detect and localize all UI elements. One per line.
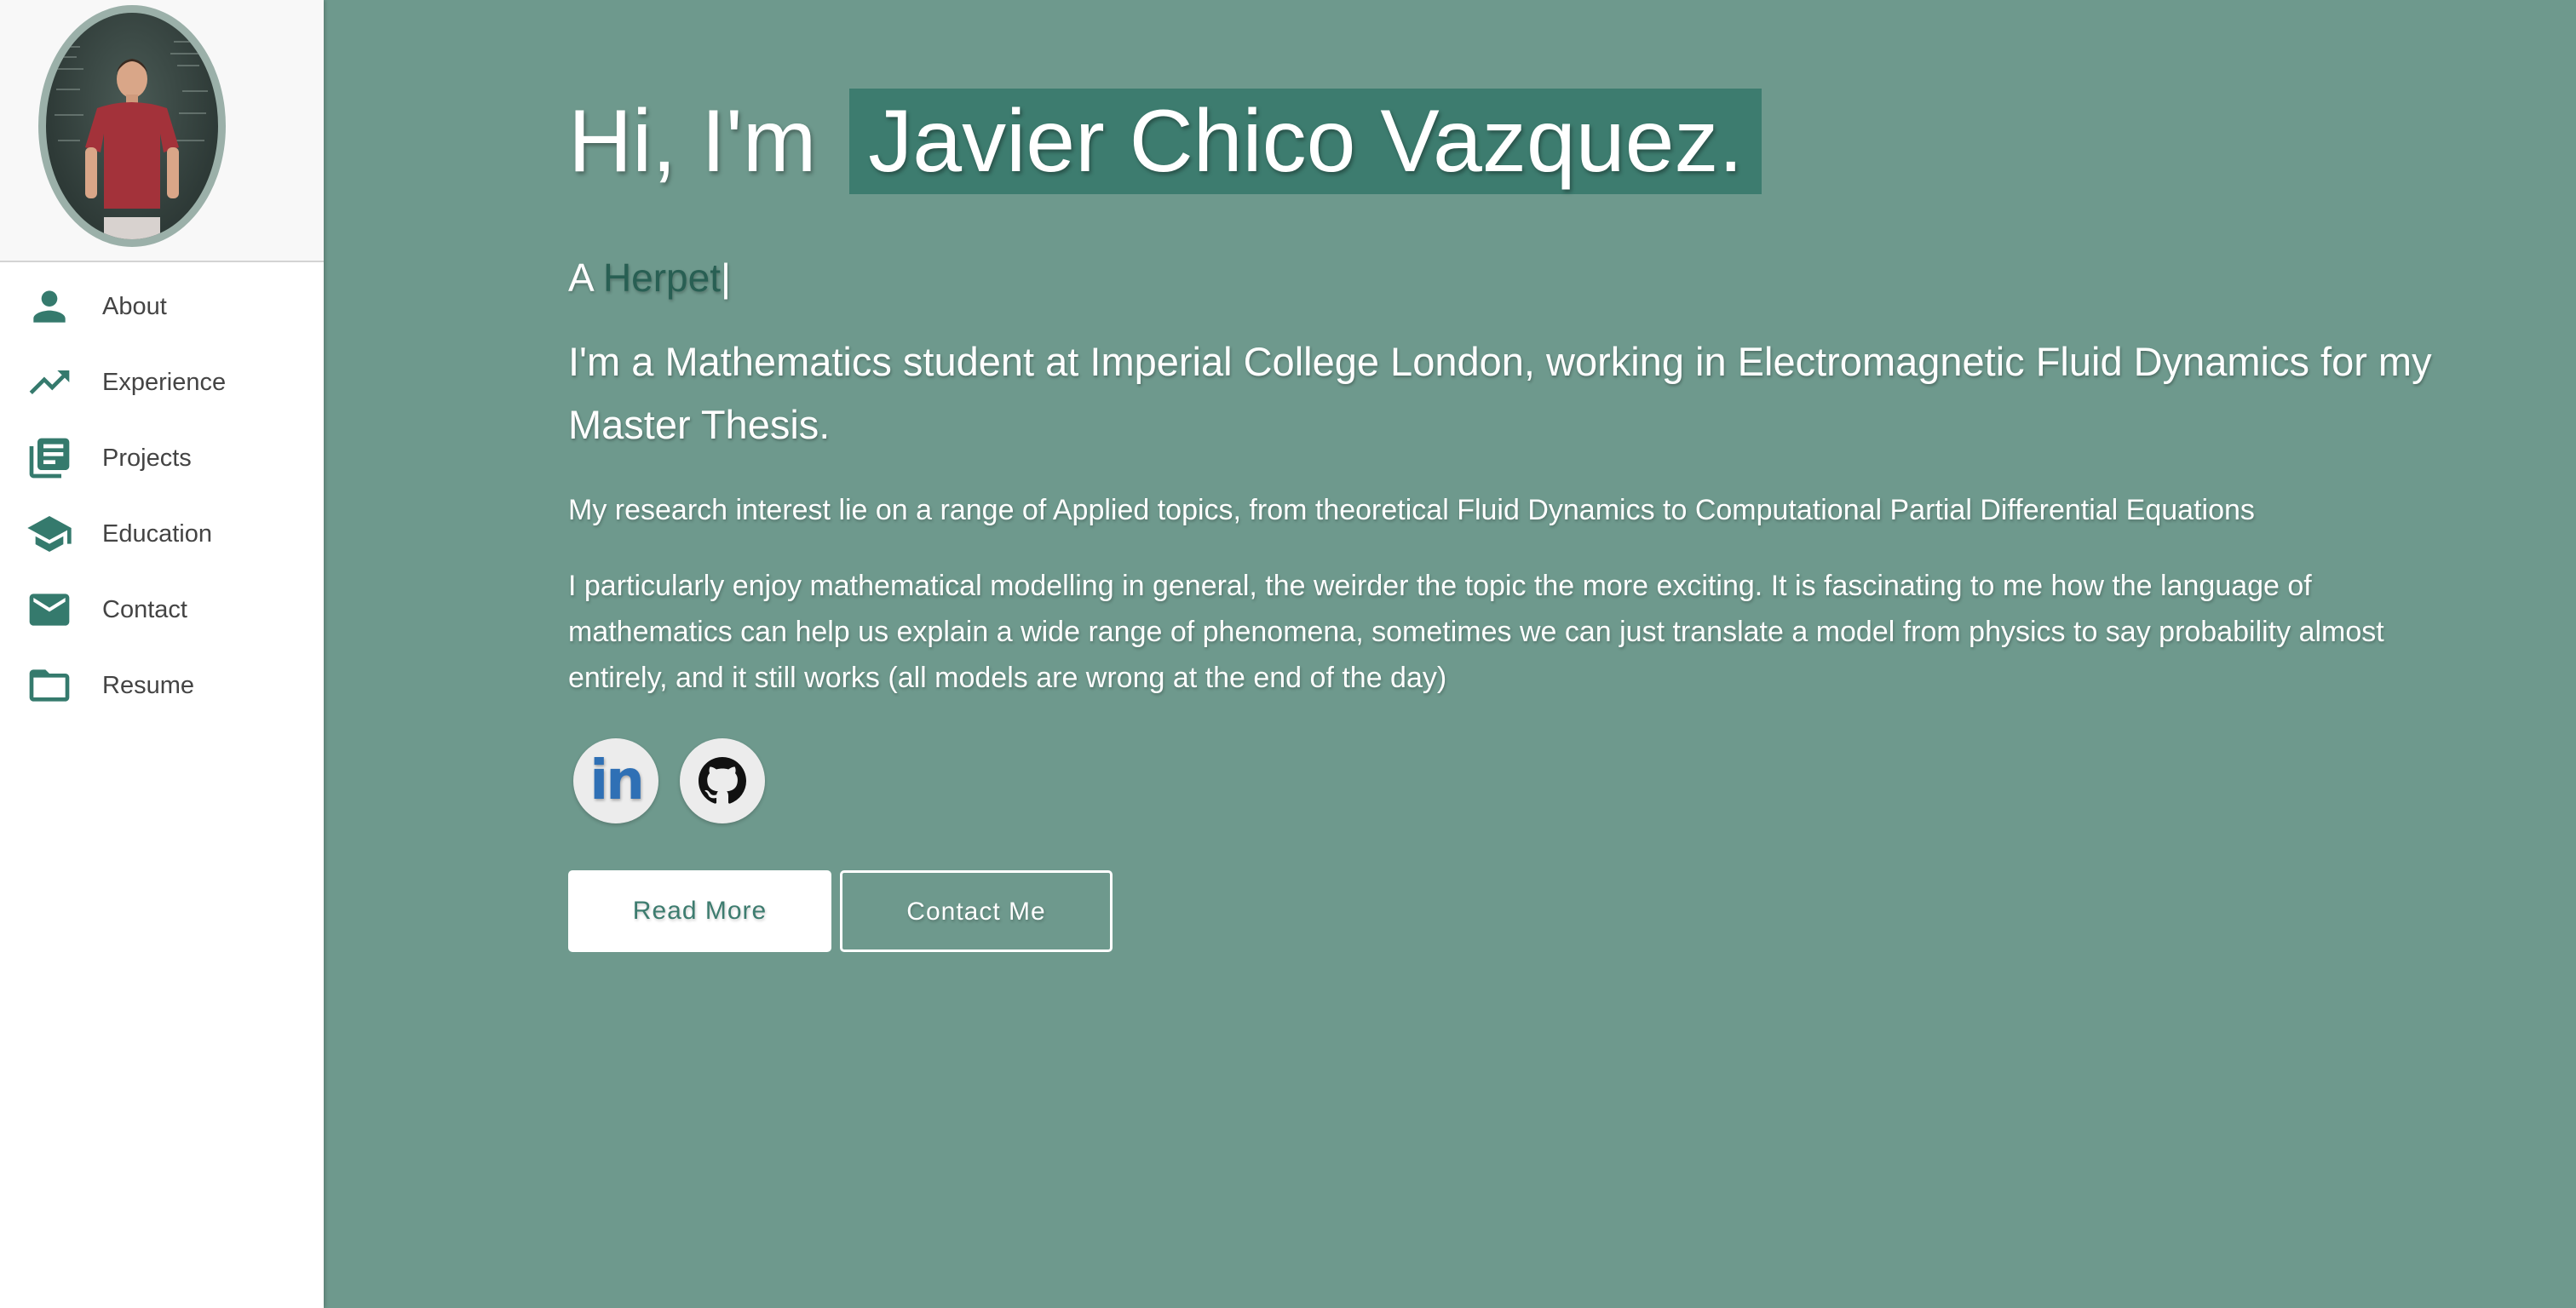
github-button[interactable] xyxy=(680,738,765,823)
sidebar-nav: About Experience Projects Education Cont… xyxy=(0,269,324,724)
folder-icon xyxy=(26,662,73,709)
sidebar-item-label: Resume xyxy=(102,672,194,699)
graduation-cap-icon xyxy=(26,510,73,558)
sidebar-item-about[interactable]: About xyxy=(0,269,324,345)
sidebar-item-label: Education xyxy=(102,520,212,548)
person-icon xyxy=(26,283,73,330)
linkedin-icon: in xyxy=(589,749,645,812)
library-books-icon xyxy=(26,434,73,482)
sidebar-item-experience[interactable]: Experience xyxy=(0,345,324,421)
github-icon xyxy=(699,757,746,805)
contact-me-button[interactable]: Contact Me xyxy=(840,870,1113,952)
typed-tagline: A Herpet| xyxy=(568,247,731,308)
hero-name: Javier Chico Vazquez. xyxy=(849,89,1762,194)
greeting-prefix: Hi, I'm xyxy=(568,92,817,191)
sidebar: About Experience Projects Education Cont… xyxy=(0,0,324,1308)
sidebar-item-label: About xyxy=(102,293,167,320)
hero-heading: Hi, I'm Javier Chico Vazquez. xyxy=(568,89,1762,194)
sidebar-item-label: Projects xyxy=(102,445,192,472)
typing-cursor: | xyxy=(721,255,731,300)
mail-icon xyxy=(26,586,73,634)
profile-area xyxy=(0,0,324,262)
research-paragraph: My research interest lie on a range of A… xyxy=(568,494,2255,526)
trending-up-icon xyxy=(26,359,73,406)
read-more-button[interactable]: Read More xyxy=(568,870,831,952)
sidebar-item-label: Contact xyxy=(102,596,187,623)
sidebar-item-label: Experience xyxy=(102,369,227,396)
avatar xyxy=(38,5,226,247)
page: About Experience Projects Education Cont… xyxy=(0,0,2576,1308)
tagline-prefix: A xyxy=(568,255,593,300)
sidebar-item-contact[interactable]: Contact xyxy=(0,572,324,648)
intro-lead: I'm a Mathematics student at Imperial Co… xyxy=(568,339,2432,447)
linkedin-button[interactable]: in xyxy=(573,738,658,823)
interests-paragraph: I particularly enjoy mathematical modell… xyxy=(568,570,2384,694)
sidebar-item-education[interactable]: Education xyxy=(0,496,324,572)
sidebar-item-projects[interactable]: Projects xyxy=(0,421,324,496)
sidebar-item-resume[interactable]: Resume xyxy=(0,648,324,724)
avatar-illustration xyxy=(53,41,208,239)
tagline-typed-text: Herpet xyxy=(602,255,722,300)
